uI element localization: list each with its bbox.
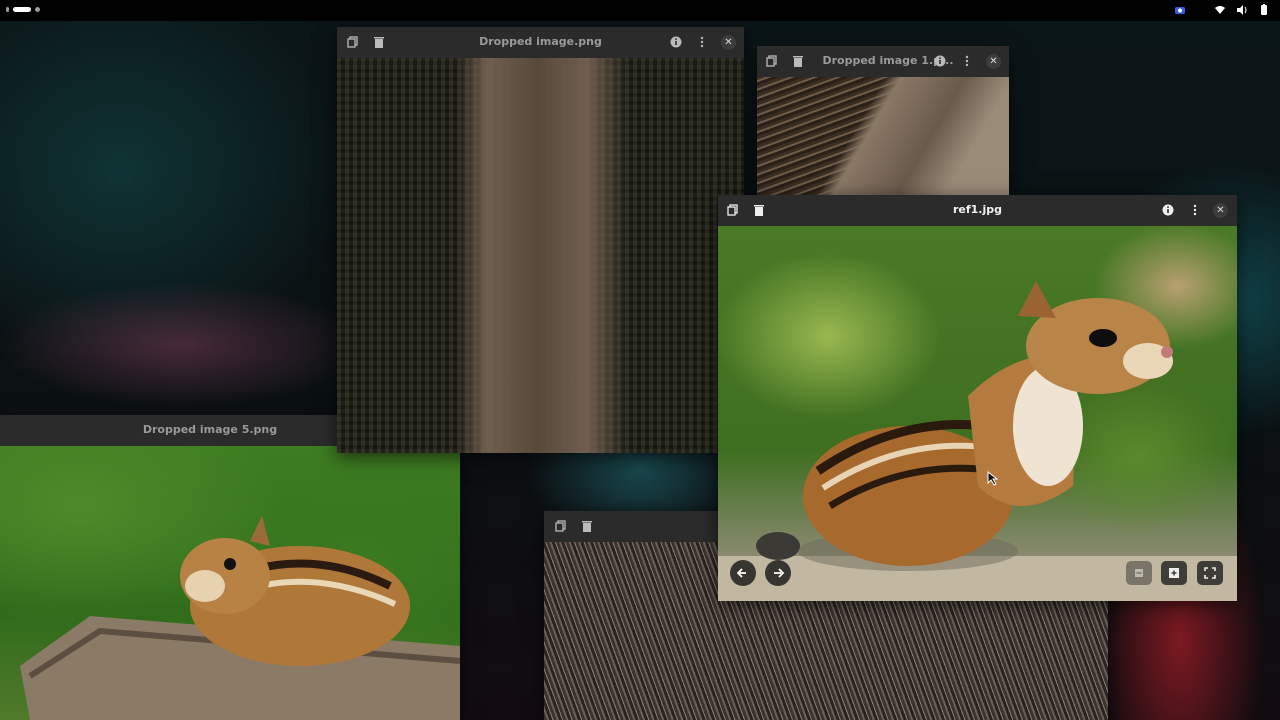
- pixelated-tail-image: [337, 58, 744, 453]
- menu-icon[interactable]: [695, 35, 709, 49]
- close-icon[interactable]: ✕: [721, 35, 736, 50]
- window-dropped-image-1[interactable]: Dropped image 1.p... ✕: [757, 46, 1009, 196]
- close-icon[interactable]: ✕: [1213, 203, 1228, 218]
- volume-icon[interactable]: [1236, 4, 1248, 16]
- desktop-background: Dropped image 5.png Dropped image.png ✕ …: [0, 0, 1280, 720]
- previous-image-button[interactable]: [730, 560, 756, 586]
- window-dropped-image[interactable]: Dropped image.png ✕: [337, 27, 744, 453]
- top-bar: [0, 0, 1280, 21]
- arrow-left-icon: [736, 568, 746, 578]
- window-dropped-image-5[interactable]: Dropped image 5.png: [0, 415, 460, 720]
- wifi-icon[interactable]: [1214, 4, 1226, 16]
- zoom-in-button[interactable]: [1161, 561, 1187, 585]
- window-header[interactable]: ref1.jpg ✕: [718, 195, 1237, 227]
- mouse-cursor-icon: [987, 471, 999, 486]
- next-image-button[interactable]: [765, 560, 791, 586]
- chipmunk-illustration: [20, 516, 460, 720]
- info-icon[interactable]: [669, 35, 683, 49]
- chipmunk-back-image: [757, 77, 1009, 196]
- workspace-dot[interactable]: [35, 7, 40, 12]
- window-title: ref1.jpg: [952, 203, 1003, 216]
- zoom-in-icon: [1169, 568, 1179, 578]
- window-ref1[interactable]: ref1.jpg ✕: [718, 195, 1237, 601]
- zoom-out-button[interactable]: [1126, 561, 1152, 585]
- trash-icon[interactable]: [580, 519, 594, 533]
- workspace-dot-active[interactable]: [13, 7, 31, 12]
- fullscreen-icon: [1204, 567, 1216, 579]
- camera-icon[interactable]: [1174, 4, 1186, 16]
- system-tray[interactable]: [1174, 4, 1270, 16]
- zoom-out-icon: [1135, 569, 1143, 577]
- fullscreen-button[interactable]: [1197, 561, 1223, 585]
- copy-icon[interactable]: [554, 519, 568, 533]
- chipmunk-on-log-image: [0, 446, 460, 720]
- info-icon[interactable]: [1161, 203, 1175, 217]
- menu-icon[interactable]: [1188, 203, 1202, 217]
- window-header[interactable]: Dropped image.png ✕: [337, 27, 744, 59]
- chipmunk-illustration: [718, 281, 1237, 601]
- chipmunk-standing-image: [718, 226, 1237, 601]
- info-icon[interactable]: [933, 54, 947, 68]
- workspace-dot[interactable]: [6, 7, 9, 12]
- workspace-indicator[interactable]: [6, 7, 40, 12]
- battery-icon[interactable]: [1258, 4, 1270, 16]
- menu-icon[interactable]: [960, 54, 974, 68]
- window-header[interactable]: Dropped image 1.p... ✕: [757, 46, 1009, 78]
- arrow-right-icon: [774, 568, 785, 578]
- close-icon[interactable]: ✕: [986, 54, 1001, 69]
